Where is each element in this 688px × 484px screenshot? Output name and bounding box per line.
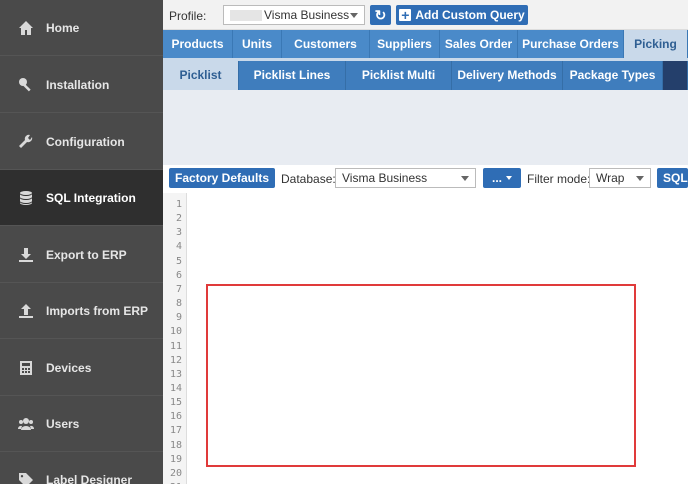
line-number: 12 (169, 354, 182, 366)
sidebar-item-imports-from-erp[interactable]: Imports from ERP (0, 283, 163, 339)
sidebar-item-devices[interactable]: Devices (0, 340, 163, 396)
line-number: 20 (169, 467, 182, 479)
secondary-tabs: Picklist Picklist Lines Picklist Multi D… (163, 58, 688, 90)
highlight-box (206, 284, 636, 467)
sql-code-editor[interactable]: 1 2 3 4 5 6 7 8 9 10 11 12 13 14 15 16 1… (163, 193, 688, 484)
line-number: 3 (175, 227, 182, 239)
sidebar-item-label: Export to ERP (46, 247, 127, 262)
line-number: 5 (175, 255, 182, 267)
sidebar-item-configuration[interactable]: Configuration (0, 114, 163, 170)
users-icon (18, 416, 34, 432)
sidebar-item-users[interactable]: Users (0, 396, 163, 452)
line-number: 10 (169, 326, 182, 338)
sidebar-item-label: Devices (46, 360, 92, 375)
tag-icon (18, 472, 34, 484)
sidebar-item-home[interactable]: Home (0, 0, 163, 56)
filter-mode-select[interactable]: Wrap (589, 168, 651, 188)
profile-select[interactable]: Visma Business (223, 5, 365, 25)
calculator-icon (18, 360, 34, 376)
sidebar-item-export-to-erp[interactable]: Export to ERP (0, 227, 163, 283)
chevron-down-icon (636, 176, 644, 181)
refresh-icon: ↻ (374, 7, 387, 23)
wrench-icon (18, 134, 34, 150)
database-select[interactable]: Visma Business (335, 168, 476, 188)
add-custom-query-button[interactable]: + Add Custom Query (396, 5, 528, 25)
line-number: 6 (175, 269, 182, 281)
upload-icon (18, 303, 34, 319)
line-number: 15 (169, 397, 182, 409)
sidebar-item-label: SQL Integration (46, 190, 136, 205)
sidebar-item-label: Configuration (46, 134, 125, 149)
line-number: 2 (175, 213, 182, 225)
line-number: 7 (175, 283, 182, 295)
line-number: 16 (169, 411, 182, 423)
profile-logo (230, 10, 262, 21)
sidebar-item-installation[interactable]: Installation (0, 57, 163, 113)
download-icon (18, 247, 34, 263)
line-number: 13 (169, 368, 182, 380)
profile-bar: Profile: Visma Business ↻ + Add Custom Q… (163, 0, 688, 30)
tab-units[interactable]: Units (233, 30, 282, 58)
tab-overflow[interactable] (663, 61, 688, 90)
editor-toolbar: Factory Defaults Database: Visma Busines… (163, 165, 688, 193)
factory-defaults-button[interactable]: Factory Defaults (169, 168, 275, 188)
tab-picklist[interactable]: Picklist (163, 61, 239, 90)
tab-sales-order[interactable]: Sales Order (440, 30, 518, 58)
key-icon (18, 77, 34, 93)
tab-picklist-lines[interactable]: Picklist Lines (239, 61, 346, 90)
sidebar-item-label: Imports from ERP (46, 303, 149, 318)
tab-delivery-methods[interactable]: Delivery Methods (452, 61, 563, 90)
line-number: 1 (175, 199, 182, 210)
tab-picklist-multi[interactable]: Picklist Multi (346, 61, 452, 90)
database-label: Database: (281, 172, 336, 186)
line-number: 17 (169, 425, 182, 437)
tab-products[interactable]: Products (163, 30, 233, 58)
sql-button[interactable]: SQL (657, 168, 688, 188)
line-number: 18 (169, 439, 182, 451)
main-content: Profile: Visma Business ↻ + Add Custom Q… (163, 0, 688, 484)
line-number: 14 (169, 382, 182, 394)
tab-picking[interactable]: Picking (624, 30, 688, 58)
sidebar-item-label: Label Designer (46, 472, 133, 484)
chevron-down-icon (461, 176, 469, 181)
primary-tabs: Products Units Customers Suppliers Sales… (163, 30, 688, 58)
home-icon (18, 20, 34, 36)
plus-icon: + (399, 7, 412, 23)
tab-customers[interactable]: Customers (282, 30, 370, 58)
line-number: 11 (169, 340, 182, 352)
tab-suppliers[interactable]: Suppliers (370, 30, 440, 58)
profile-label: Profile: (169, 9, 207, 23)
chevron-down-icon (506, 176, 512, 180)
line-number-gutter: 1 2 3 4 5 6 7 8 9 10 11 12 13 14 15 16 1… (163, 193, 187, 484)
sidebar-item-sql-integration[interactable]: SQL Integration (0, 170, 163, 226)
refresh-button[interactable]: ↻ (370, 5, 391, 25)
sidebar-item-label-designer[interactable]: Label Designer (0, 452, 163, 484)
line-number: 9 (175, 312, 182, 324)
line-number: 4 (175, 241, 182, 253)
line-number: 8 (175, 298, 182, 310)
content-area (163, 90, 688, 165)
database-icon (18, 190, 34, 206)
sidebar-item-label: Installation (46, 77, 110, 92)
tab-purchase-orders[interactable]: Purchase Orders (518, 30, 624, 58)
line-number: 19 (169, 453, 182, 465)
chevron-down-icon (350, 13, 358, 18)
sidebar: Home Installation Configuration SQL Inte… (0, 0, 163, 484)
sidebar-item-label: Users (46, 416, 80, 431)
tab-package-types[interactable]: Package Types (563, 61, 663, 90)
sidebar-item-label: Home (46, 20, 80, 35)
more-options-button[interactable]: ... (483, 168, 521, 188)
filter-mode-label: Filter mode: (527, 172, 591, 186)
